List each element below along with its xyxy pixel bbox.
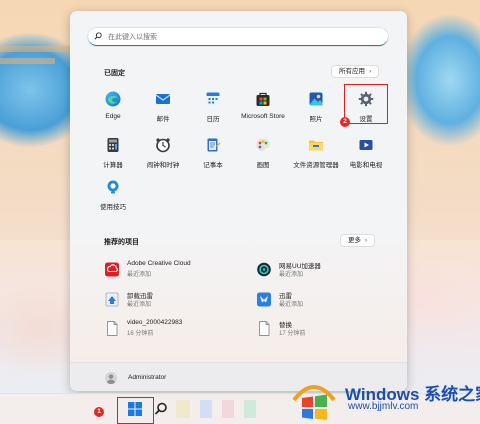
recommended-title: 推荐的项目 (104, 239, 139, 246)
pinned-app-label: 电影和电视 (349, 162, 383, 169)
step-badge: 2 (340, 117, 350, 127)
edge-icon (105, 91, 121, 107)
pinned-app-label: 画图 (256, 162, 270, 169)
recommended-item-subtitle: 最近添加 (279, 272, 304, 278)
pinned-app-edge[interactable]: Edge (88, 91, 138, 120)
windows-logo-icon (292, 385, 336, 420)
pinned-app-photos[interactable]: 照片 (291, 91, 341, 123)
folder-icon (309, 140, 323, 151)
uu-accelerator-icon (257, 262, 271, 277)
calendar-icon (206, 92, 220, 106)
taskbar-app-icon[interactable] (244, 400, 256, 418)
pinned-app-file-explorer[interactable]: 文件资源管理器 (291, 137, 341, 169)
chevron-right-icon: › (369, 68, 372, 75)
recommended-item[interactable]: Adobe Creative Cloud 最近添加 (105, 260, 235, 282)
watermark-url: www.bjjmlv.com (348, 401, 419, 412)
mail-icon (155, 94, 171, 104)
pinned-app-label: 记事本 (203, 162, 223, 169)
pinned-app-label: 文件资源管理器 (293, 162, 339, 169)
start-menu: 已固定 所有应用› Edge 邮件 日历 Microsoft St (70, 11, 407, 391)
file-icon (107, 321, 118, 336)
pinned-app-label: 使用技巧 (100, 204, 126, 211)
pinned-title: 已固定 (104, 70, 125, 77)
recommended-item[interactable]: 卸载迅雷 最近添加 (105, 290, 235, 312)
chevron-right-icon: › (365, 237, 368, 244)
thunder-icon (257, 292, 271, 307)
pinned-app-label: Edge (105, 113, 121, 120)
tips-icon (107, 180, 119, 194)
user-name[interactable]: Administrator (128, 374, 166, 381)
step-badge: 1 (94, 407, 104, 417)
photos-icon (309, 92, 323, 106)
alarm-clock-icon (156, 138, 170, 153)
pinned-app-alarms-clock[interactable]: 闹钟和时钟 (138, 137, 188, 169)
calculator-icon (107, 138, 119, 152)
wallpaper-detail (0, 46, 70, 52)
pinned-app-mail[interactable]: 邮件 (138, 91, 188, 123)
pinned-app-tips[interactable]: 使用技巧 (88, 179, 138, 211)
taskbar-app-icon[interactable] (200, 400, 212, 418)
taskbar-app-icon[interactable] (176, 400, 190, 418)
taskbar-app-icon[interactable] (222, 400, 234, 418)
recommended-item-subtitle: 最近添加 (127, 272, 152, 278)
all-apps-label: 所有应用 (339, 68, 365, 75)
search-input[interactable] (106, 30, 380, 44)
more-button[interactable]: 更多 › (341, 235, 375, 246)
pinned-app-label: Microsoft Store (241, 113, 285, 120)
recommended-item-subtitle: 最近添加 (127, 302, 152, 308)
avatar[interactable] (105, 372, 117, 384)
search-icon (94, 32, 102, 40)
watermark: Windows 系统之家 www.bjjmlv.com (290, 364, 480, 424)
recommended-item[interactable]: video_2000422983 16 分钟前 (105, 319, 235, 341)
store-icon (256, 92, 270, 106)
user-icon (106, 374, 116, 384)
paint-icon (256, 138, 270, 152)
pinned-app-label: 闹钟和时钟 (146, 162, 180, 169)
recommended-item-subtitle: 16 分钟前 (127, 331, 154, 337)
adobe-cc-icon (105, 262, 119, 277)
pinned-app-label: 照片 (309, 116, 323, 123)
recommended-item[interactable]: 迅雷 最近添加 (257, 290, 387, 312)
pinned-app-microsoft-store[interactable]: Microsoft Store (238, 91, 288, 120)
recommended-item[interactable]: 网易UU加速器 最近添加 (257, 260, 387, 282)
pinned-app-notepad[interactable]: 记事本 (188, 137, 238, 169)
more-label: 更多 (348, 237, 361, 244)
wallpaper-detail (0, 58, 55, 64)
notepad-icon (207, 138, 221, 152)
recommended-item-name: video_2000422983 (127, 319, 183, 326)
pinned-app-label: 邮件 (156, 116, 170, 123)
pinned-app-paint[interactable]: 画图 (238, 137, 288, 169)
search-box[interactable] (88, 28, 388, 46)
pinned-app-calendar[interactable]: 日历 (188, 91, 238, 123)
search-icon[interactable] (152, 400, 170, 418)
recommended-item-name: Adobe Creative Cloud (127, 260, 191, 267)
settings-highlight-box (344, 84, 388, 124)
pinned-app-label: 日历 (206, 116, 220, 123)
uninstall-icon (105, 292, 119, 307)
recommended-item-subtitle: 17 分钟前 (279, 331, 306, 337)
start-button-highlight-box (117, 397, 154, 424)
pinned-app-label: 计算器 (103, 162, 123, 169)
all-apps-button[interactable]: 所有应用 › (332, 66, 379, 77)
recommended-item[interactable]: 替换 17 分钟前 (257, 319, 387, 341)
film-icon (359, 140, 373, 150)
recommended-item-subtitle: 最近添加 (279, 302, 304, 308)
pinned-app-calculator[interactable]: 计算器 (88, 137, 138, 169)
file-icon (259, 321, 270, 336)
pinned-app-movies-tv[interactable]: 电影和电视 (341, 137, 391, 169)
